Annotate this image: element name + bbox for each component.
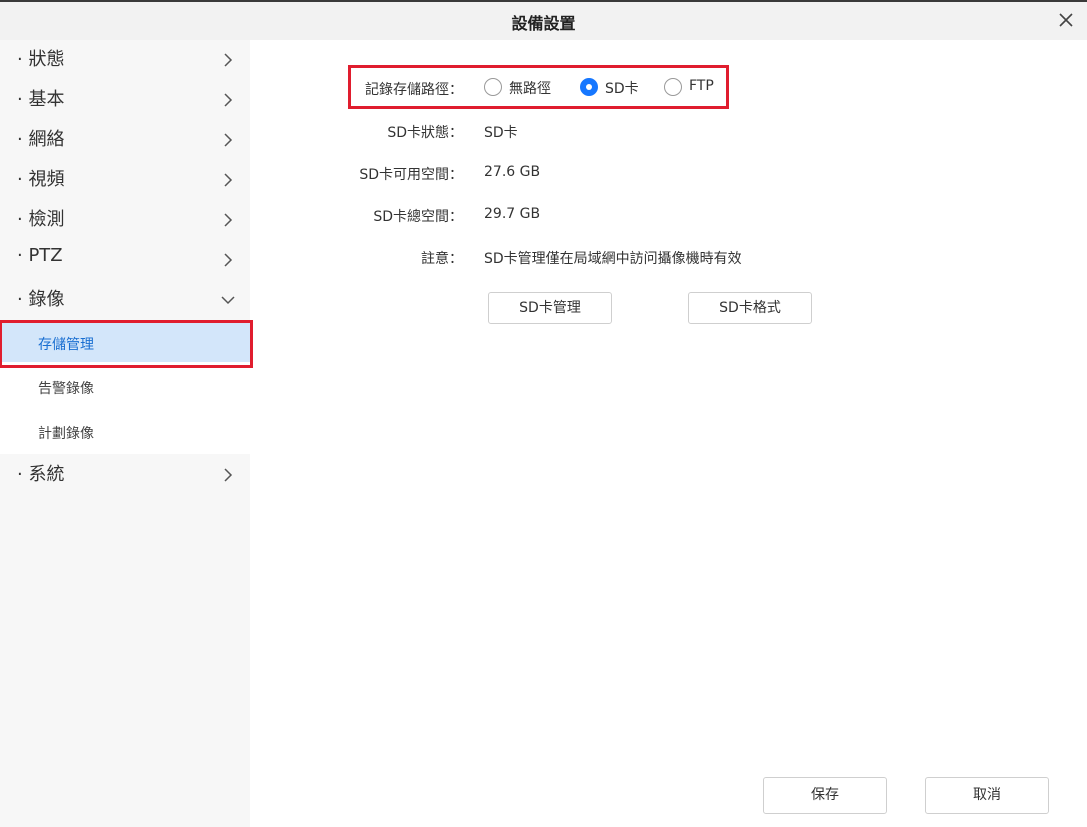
sidebar-item-ptz[interactable]: · PTZ — [0, 240, 250, 276]
radio-no-path[interactable]: 無路徑 — [484, 78, 564, 98]
save-button[interactable]: 保存 — [763, 777, 887, 814]
sidebar-item-label: · 系統 — [17, 464, 65, 485]
chevron-right-icon — [224, 213, 233, 227]
sidebar-subitem-label: 告警錄像 — [38, 381, 94, 397]
radio-circle — [580, 78, 598, 96]
sidebar-item-label: · PTZ — [17, 245, 63, 266]
settings-sidebar: · 狀態 · 基本 · 網絡 · 視頻 · 檢測 · PTZ · 錄像 存儲管理… — [0, 40, 253, 827]
close-icon[interactable] — [1053, 7, 1079, 33]
sidebar-item-system[interactable]: · 系統 — [0, 455, 250, 491]
highlight-box-storage-management — [0, 320, 253, 368]
radio-circle — [664, 78, 682, 96]
sidebar-item-detection[interactable]: · 檢測 — [0, 200, 250, 236]
radio-label: SD卡 — [605, 81, 639, 97]
chevron-right-icon — [224, 133, 233, 147]
sd-total-space-value: 29.7 GB — [484, 206, 541, 222]
radio-circle — [484, 78, 502, 96]
sidebar-item-label: · 狀態 — [17, 49, 65, 70]
sd-total-space-label: SD卡總空間： — [373, 209, 463, 225]
sidebar-subitem-alarm-recording[interactable]: 告警錄像 — [0, 366, 250, 406]
chevron-right-icon — [224, 93, 233, 107]
sd-card-manage-button[interactable]: SD卡管理 — [488, 292, 612, 324]
sidebar-item-label: · 網絡 — [17, 129, 65, 150]
chevron-right-icon — [224, 253, 233, 267]
sd-free-space-value: 27.6 GB — [484, 164, 541, 180]
radio-ftp[interactable]: FTP — [664, 78, 724, 98]
sidebar-subitem-label: 計劃錄像 — [38, 426, 94, 442]
chevron-right-icon — [224, 173, 233, 187]
storage-path-label: 記錄存儲路徑： — [365, 82, 463, 98]
sidebar-subitem-schedule-recording[interactable]: 計劃錄像 — [0, 411, 250, 451]
sidebar-item-basic[interactable]: · 基本 — [0, 80, 250, 116]
radio-label: 無路徑 — [509, 81, 551, 97]
dialog-titlebar: 設備設置 — [0, 2, 1087, 40]
dialog-title: 設備設置 — [511, 14, 576, 33]
sd-status-label: SD卡狀態： — [387, 125, 463, 141]
radio-sd-card[interactable]: SD卡 — [580, 78, 650, 98]
chevron-right-icon — [224, 53, 233, 67]
chevron-right-icon — [224, 468, 233, 482]
chevron-down-icon — [221, 296, 235, 305]
sd-status-value: SD卡 — [484, 125, 518, 141]
note-label: 註意： — [421, 251, 463, 267]
sidebar-item-video[interactable]: · 視頻 — [0, 160, 250, 196]
radio-label: FTP — [689, 78, 714, 94]
sidebar-item-status[interactable]: · 狀態 — [0, 40, 250, 76]
sidebar-item-network[interactable]: · 網絡 — [0, 120, 250, 156]
sd-free-space-label: SD卡可用空間： — [359, 167, 463, 183]
storage-settings-panel: 記錄存儲路徑： 無路徑 SD卡 FTP SD卡狀態： SD卡 SD卡可用空間： … — [250, 40, 1087, 827]
sidebar-item-recording[interactable]: · 錄像 — [0, 280, 250, 316]
sidebar-item-label: · 錄像 — [17, 289, 65, 310]
note-text: SD卡管理僅在局域網中訪问攝像機時有效 — [484, 251, 742, 267]
sidebar-item-label: · 視頻 — [17, 169, 65, 190]
sidebar-item-label: · 基本 — [17, 89, 65, 110]
sidebar-item-label: · 檢測 — [17, 209, 65, 230]
sd-card-format-button[interactable]: SD卡格式 — [688, 292, 812, 324]
cancel-button[interactable]: 取消 — [925, 777, 1049, 814]
